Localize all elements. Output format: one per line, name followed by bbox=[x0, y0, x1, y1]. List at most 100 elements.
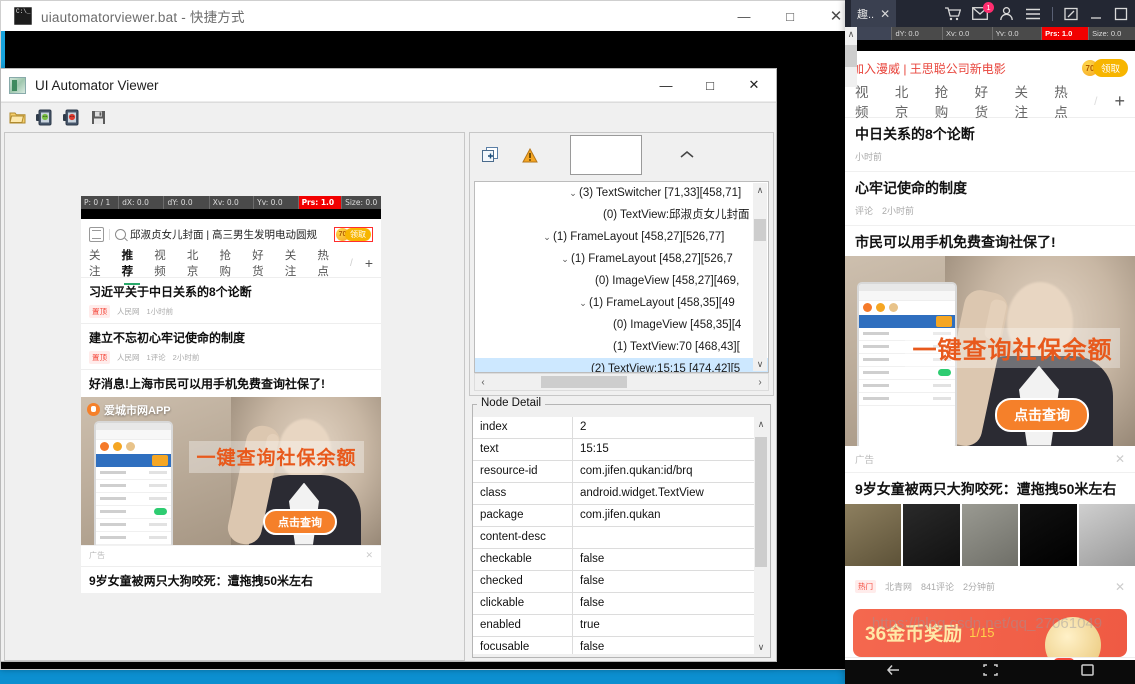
ui-automator-viewer-window[interactable]: UI Automator Viewer — □ ✕ P: 0 / 1 dX: 0… bbox=[0, 68, 777, 662]
maximize-button[interactable]: □ bbox=[767, 1, 813, 31]
mirror-ad-image[interactable]: 一键查询社保余额 点击查询 bbox=[845, 255, 1135, 446]
mirror-titlebar[interactable]: 趣.. ✕ 1 bbox=[845, 0, 1135, 27]
tab-guanzhu-1[interactable]: 关注 bbox=[89, 247, 110, 279]
scrollbar-thumb[interactable] bbox=[754, 219, 766, 241]
table-row[interactable]: class android.widget.TextView bbox=[473, 483, 754, 505]
table-row[interactable]: index 2 bbox=[473, 417, 754, 439]
mirror-ad-close-icon[interactable]: ✕ bbox=[1115, 452, 1125, 466]
tab-qianggou[interactable]: 抢购 bbox=[935, 81, 958, 121]
save-file-icon[interactable] bbox=[86, 105, 110, 129]
tab-guanzhu[interactable]: 关注 bbox=[1014, 81, 1037, 121]
close-button[interactable]: ✕ bbox=[732, 69, 776, 101]
table-row[interactable]: resource-id com.jifen.qukan:id/brq bbox=[473, 461, 754, 483]
ad-feed-item[interactable]: 好消息!上海市民可以用手机免费查询社保了! bbox=[81, 369, 381, 397]
chevron-up-icon[interactable] bbox=[667, 150, 707, 160]
scrollbar-thumb[interactable] bbox=[845, 45, 857, 67]
mirror-ad-item[interactable]: 市民可以用手机免费查询社保了! bbox=[845, 226, 1135, 256]
tree-node[interactable]: ⌄ (1) FrameLayout [458,27][526,7 bbox=[475, 248, 768, 270]
mirror-news-gallery[interactable] bbox=[845, 503, 1135, 566]
home-icon[interactable] bbox=[982, 663, 999, 682]
scrollbar-thumb[interactable] bbox=[541, 376, 627, 388]
hierarchy-tree-panel[interactable]: ⌄ (3) TextSwitcher [71,33][458,71] (0) T… bbox=[469, 132, 774, 396]
ad-image[interactable]: 爱城市网APP 一键查询社保余额 点击查询 bbox=[81, 396, 381, 545]
tree-vertical-scrollbar[interactable]: ∧ ∨ bbox=[753, 183, 767, 371]
table-row[interactable]: checkable false bbox=[473, 549, 754, 571]
mirror-news-item[interactable]: 9岁女童被两只大狗咬死：遭拖拽50米左右 bbox=[845, 473, 1135, 504]
tree-node[interactable]: ⌄ (1) FrameLayout [458,27][526,77] bbox=[475, 226, 768, 248]
warning-icon[interactable] bbox=[510, 147, 550, 163]
back-icon[interactable] bbox=[885, 663, 902, 682]
tab-shipin[interactable]: 视频 bbox=[855, 81, 878, 121]
tree-node[interactable]: (1) TextView:70 [468,43][ bbox=[475, 336, 768, 358]
close-icon[interactable]: ✕ bbox=[880, 7, 890, 21]
mirror-coin-claim-button[interactable]: 70 领取 bbox=[1081, 59, 1128, 77]
table-row[interactable]: package com.jifen.qukan bbox=[473, 505, 754, 527]
mail-icon[interactable]: 1 bbox=[972, 2, 994, 20]
device-screenshot-compressed-icon[interactable] bbox=[59, 105, 83, 129]
table-row[interactable]: checked false bbox=[473, 571, 754, 593]
table-row[interactable]: content-desc bbox=[473, 527, 754, 549]
ad-close-icon[interactable]: ✕ bbox=[365, 550, 373, 561]
chevron-down-icon[interactable]: ⌄ bbox=[559, 248, 571, 270]
menu-icon[interactable] bbox=[1025, 8, 1041, 20]
tab-tuijian[interactable]: 推荐 bbox=[122, 247, 143, 285]
open-file-icon[interactable] bbox=[5, 105, 29, 129]
scroll-up-icon[interactable]: ∧ bbox=[845, 27, 857, 41]
tab-haohuo[interactable]: 好货 bbox=[975, 81, 998, 121]
tree-node[interactable]: (0) TextView:邱淑贞女儿封面 bbox=[475, 204, 768, 226]
recents-icon[interactable] bbox=[1080, 663, 1095, 682]
resize-icon[interactable] bbox=[1064, 7, 1078, 21]
scroll-up-icon[interactable]: ∧ bbox=[753, 183, 767, 197]
scroll-right-icon[interactable]: › bbox=[752, 377, 768, 388]
mirror-category-tabs[interactable]: 视频 北京 抢购 好货 关注 热点 / + bbox=[845, 85, 1135, 120]
device-screen-render[interactable]: P: 0 / 1 dX: 0.0 dY: 0.0 Xv: 0.0 Yv: 0.0… bbox=[81, 196, 381, 593]
scroll-left-icon[interactable]: ‹ bbox=[475, 377, 491, 388]
background-window-scrollbar[interactable]: ∧ bbox=[845, 27, 857, 87]
device-screenshot-panel[interactable]: P: 0 / 1 dX: 0.0 dY: 0.0 Xv: 0.0 Yv: 0.0… bbox=[4, 132, 465, 661]
cart-icon[interactable] bbox=[944, 6, 961, 21]
mirror-search-query[interactable]: 加入漫威 | 王思聪公司新电影 bbox=[852, 60, 1082, 77]
tab-haohuo[interactable]: 好货 bbox=[252, 247, 273, 279]
detail-vertical-scrollbar[interactable]: ∧ ∨ bbox=[754, 417, 768, 654]
tab-beijing[interactable]: 北京 bbox=[187, 247, 208, 279]
minimize-button[interactable]: — bbox=[721, 1, 767, 31]
device-search-bar[interactable]: 邱淑贞女儿封面 | 高三男生发明电动圆规 70 领取 bbox=[81, 219, 381, 249]
tab-guanzhu-2[interactable]: 关注 bbox=[285, 247, 306, 279]
tree-node[interactable]: (0) ImageView [458,35][4 bbox=[475, 314, 768, 336]
table-row[interactable]: enabled true bbox=[473, 615, 754, 637]
mirror-tab[interactable]: 趣.. ✕ bbox=[851, 0, 897, 27]
panel-icon[interactable] bbox=[89, 226, 104, 242]
mirror-device-screen[interactable]: 加入漫威 | 王思聪公司新电影 70 领取 视频 北京 抢购 好货 关注 热点 … bbox=[845, 51, 1135, 660]
search-query-text[interactable]: 邱淑贞女儿封面 | 高三男生发明电动圆规 bbox=[130, 227, 334, 242]
uiav-titlebar[interactable]: UI Automator Viewer — □ ✕ bbox=[1, 69, 776, 102]
ad-cta-button[interactable]: 点击查询 bbox=[263, 508, 337, 535]
scroll-up-icon[interactable]: ∧ bbox=[754, 417, 768, 431]
tab-qianggou[interactable]: 抢购 bbox=[220, 247, 241, 279]
tree-node[interactable]: ⌄ (3) TextSwitcher [71,33][458,71] bbox=[475, 182, 768, 204]
android-navigation-bar[interactable] bbox=[845, 660, 1135, 684]
device-screenshot-icon[interactable] bbox=[32, 105, 56, 129]
tree-search-input[interactable] bbox=[570, 135, 642, 175]
tree-horizontal-scrollbar[interactable]: ‹ › bbox=[474, 373, 769, 391]
mirror-ad-cta-button[interactable]: 点击查询 bbox=[995, 397, 1089, 432]
coin-claim-button[interactable]: 70 领取 bbox=[334, 226, 373, 242]
scroll-down-icon[interactable]: ∨ bbox=[754, 640, 768, 654]
table-row[interactable]: text 15:15 bbox=[473, 439, 754, 461]
expand-all-icon[interactable] bbox=[470, 147, 510, 163]
chevron-down-icon[interactable]: ⌄ bbox=[541, 226, 553, 248]
back-window-titlebar[interactable]: uiautomatorviewer.bat - 快捷方式 — □ ✕ bbox=[1, 1, 859, 31]
minimize-icon[interactable] bbox=[1089, 7, 1103, 21]
add-tab-button[interactable]: + bbox=[365, 255, 373, 271]
scrollbar-thumb[interactable] bbox=[755, 437, 767, 567]
tab-shipin[interactable]: 视频 bbox=[154, 247, 175, 279]
device-mirror-window[interactable]: 趣.. ✕ 1 dY: 0.0 Xv: 0.0 Yv: 0.0 Prs: 1.0… bbox=[845, 0, 1135, 684]
tree-node-selected[interactable]: (2) TextView:15:15 [474,42][5 bbox=[475, 358, 768, 372]
feed-item[interactable]: 9岁女童被两只大狗咬死：遭拖拽50米左右 bbox=[81, 565, 381, 593]
chevron-down-icon[interactable]: ⌄ bbox=[577, 292, 589, 314]
minimize-button[interactable]: — bbox=[644, 69, 688, 101]
tab-beijing[interactable]: 北京 bbox=[895, 81, 918, 121]
tree-node[interactable]: ⌄ (1) FrameLayout [458,35][49 bbox=[475, 292, 768, 314]
maximize-button[interactable]: □ bbox=[688, 69, 732, 101]
mirror-feed-item[interactable]: 中日关系的8个论断 小时前 bbox=[845, 118, 1135, 172]
node-detail-table[interactable]: index 2 text 15:15 resource-id com.jifen.qu… bbox=[473, 417, 754, 654]
